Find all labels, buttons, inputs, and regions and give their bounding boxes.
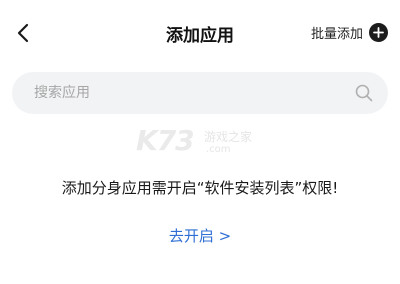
enable-permission-link[interactable]: 去开启 > (0, 225, 400, 246)
search-bar[interactable] (12, 72, 388, 114)
plus-circle-icon (369, 22, 388, 42)
watermark-subtitle: 游戏之家 (204, 130, 253, 144)
batch-add-button[interactable]: 批量添加 (311, 21, 388, 43)
batch-add-label: 批量添加 (310, 26, 363, 42)
top-bar: 添加应用 批量添加 (0, 0, 400, 64)
watermark-mark: K73 (136, 124, 195, 157)
watermark-logo: K73 游戏之家 .com (136, 124, 272, 160)
search-input[interactable] (32, 84, 354, 102)
permission-message: 添加分身应用需开启“软件安装列表”权限! (61, 179, 339, 197)
search-icon (355, 84, 373, 102)
watermark-url: .com (206, 144, 231, 155)
